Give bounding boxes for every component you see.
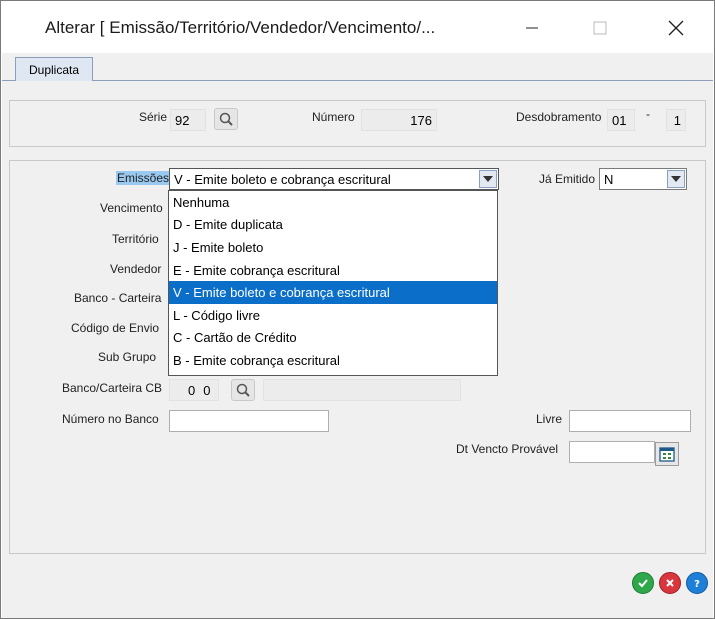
vencimento-label: Vencimento xyxy=(100,201,163,215)
calendar-icon xyxy=(659,447,675,462)
sub-grupo-label: Sub Grupo xyxy=(98,350,157,364)
dropdown-option-selected[interactable]: V - Emite boleto e cobrança escritural xyxy=(169,281,497,304)
cb-lookup-button[interactable] xyxy=(231,379,255,401)
banco-carteira-label: Banco - Carteira xyxy=(74,291,162,305)
ok-button[interactable] xyxy=(632,572,654,594)
dt-vencto-label: Dt Vencto Provável xyxy=(456,442,559,456)
x-icon xyxy=(666,579,674,587)
question-icon: ? xyxy=(694,579,700,589)
magnifier-icon xyxy=(236,383,250,397)
minimize-icon xyxy=(526,27,538,29)
livre-label: Livre xyxy=(536,412,563,426)
ja-emitido-label: Já Emitido xyxy=(539,172,596,186)
banco-cb-description xyxy=(263,379,461,401)
serie-lookup-button[interactable] xyxy=(214,108,238,130)
serie-label: Série xyxy=(139,110,168,124)
close-icon xyxy=(668,20,684,36)
numero-label: Número xyxy=(312,110,355,124)
territorio-label: Território xyxy=(112,232,159,246)
livre-input[interactable] xyxy=(569,410,691,432)
ja-emitido-select[interactable]: N xyxy=(599,168,687,190)
dropdown-option[interactable]: Nenhuma xyxy=(169,191,497,214)
window-title: Alterar [ Emissão/Território/Vendedor/Ve… xyxy=(45,18,436,37)
numero-banco-input[interactable] xyxy=(169,410,329,432)
close-button[interactable] xyxy=(653,11,699,45)
tab-duplicata[interactable]: Duplicata xyxy=(15,57,93,81)
calendar-button[interactable] xyxy=(655,442,679,466)
cancel-button[interactable] xyxy=(659,572,681,594)
dropdown-option[interactable]: C - Cartão de Crédito xyxy=(169,327,497,350)
minimize-button[interactable] xyxy=(509,11,555,45)
banco-carteira-cb-field: 0 0 xyxy=(169,379,219,401)
dropdown-option[interactable]: B - Emite cobrança escritural xyxy=(169,349,497,372)
dropdown-option[interactable]: D - Emite duplicata xyxy=(169,214,497,237)
tab-strip: Duplicata xyxy=(2,53,713,81)
chevron-down-icon[interactable] xyxy=(479,170,497,188)
desdobramento-field-2: 1 xyxy=(666,109,686,131)
svg-text:?: ? xyxy=(694,579,700,589)
magnifier-icon xyxy=(219,112,233,126)
check-icon xyxy=(638,579,648,588)
maximize-button[interactable] xyxy=(577,11,623,45)
dropdown-option[interactable]: L - Código livre xyxy=(169,304,497,327)
chevron-down-icon[interactable] xyxy=(667,170,685,188)
vendedor-label: Vendedor xyxy=(110,262,162,276)
help-button[interactable]: ? xyxy=(686,572,708,594)
title-bar: Alterar [ Emissão/Território/Vendedor/Ve… xyxy=(1,1,714,53)
document-header-panel: Série 92 Número 176 Desdobramento 01 - 1 xyxy=(9,100,706,147)
numero-field: 176 xyxy=(361,109,437,131)
banco-carteira-cb-label: Banco/Carteira CB xyxy=(62,381,163,395)
desdobramento-separator: - xyxy=(646,107,650,121)
dialog-window: Alterar [ Emissão/Território/Vendedor/Ve… xyxy=(0,0,715,619)
desdobramento-field-1: 01 xyxy=(607,109,635,131)
dt-vencto-input[interactable] xyxy=(569,441,655,463)
codigo-envio-label: Código de Envio xyxy=(71,321,160,335)
serie-field: 92 xyxy=(170,109,206,131)
numero-banco-label: Número no Banco xyxy=(62,412,159,426)
emissoes-dropdown-list: Nenhuma D - Emite duplicata J - Emite bo… xyxy=(168,190,498,376)
maximize-icon xyxy=(593,21,607,35)
emissoes-select[interactable]: V - Emite boleto e cobrança escritural xyxy=(169,168,499,190)
dropdown-option[interactable]: J - Emite boleto xyxy=(169,236,497,259)
emissoes-label: Emissões xyxy=(116,171,171,185)
desdobramento-label: Desdobramento xyxy=(516,110,602,124)
dropdown-option[interactable]: E - Emite cobrança escritural xyxy=(169,259,497,282)
